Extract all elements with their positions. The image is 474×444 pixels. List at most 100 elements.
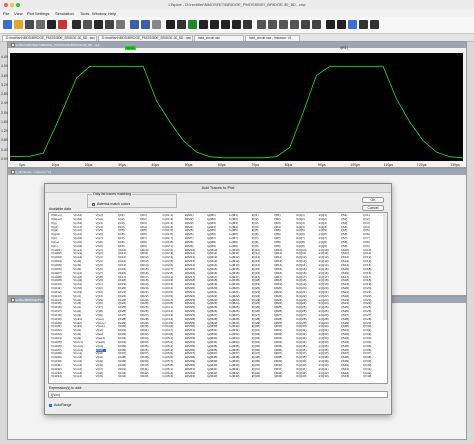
mirror-icon[interactable] bbox=[359, 20, 368, 29]
x-tick-label: 50µs bbox=[184, 163, 193, 167]
x-tick-label: 40µs bbox=[151, 163, 160, 167]
trace-name-label[interactable]: V(n1) bbox=[125, 46, 136, 50]
trace-item[interactable]: Ib(Q43) bbox=[296, 375, 306, 379]
run-icon[interactable] bbox=[47, 20, 56, 29]
zoom-in-icon[interactable] bbox=[72, 20, 81, 29]
menu-plot-settings[interactable]: Plot Settings bbox=[27, 11, 49, 16]
close-icon[interactable] bbox=[11, 43, 15, 47]
data-point bbox=[276, 156, 277, 157]
save-icon[interactable] bbox=[25, 20, 34, 29]
trace-item[interactable]: I(D43) bbox=[140, 375, 148, 379]
label-net-icon[interactable] bbox=[188, 20, 197, 29]
cascade-windows-icon[interactable] bbox=[141, 20, 150, 29]
data-point bbox=[209, 156, 211, 157]
data-point bbox=[342, 66, 344, 67]
list-scrollbar[interactable] bbox=[383, 214, 387, 320]
data-point bbox=[142, 66, 144, 67]
data-point bbox=[56, 123, 57, 125]
open-icon[interactable] bbox=[14, 20, 23, 29]
x-tick-label: 0µs bbox=[19, 163, 25, 167]
ground-icon[interactable] bbox=[177, 20, 186, 29]
pan-icon[interactable] bbox=[83, 20, 92, 29]
menu-tools[interactable]: Tools bbox=[80, 11, 89, 16]
diode-icon[interactable] bbox=[232, 20, 241, 29]
plot-area[interactable] bbox=[9, 53, 464, 161]
trace-item[interactable]: V(n034) bbox=[51, 375, 62, 379]
cursor-readout: I(R1) bbox=[340, 46, 348, 50]
wire-icon[interactable] bbox=[166, 20, 175, 29]
trace-item[interactable]: I(S43) bbox=[341, 375, 349, 379]
expression-input[interactable]: I(Vcc) bbox=[48, 391, 388, 398]
trace-item[interactable]: Ig(M43) bbox=[207, 375, 217, 379]
trace-column: Ix(U1:1) Ix(U1:2) Ix(U1:3) Ix(U1:4) Ix(U1:5)… bbox=[163, 213, 174, 379]
find-icon[interactable] bbox=[348, 20, 357, 29]
halt-icon[interactable] bbox=[58, 20, 67, 29]
rotate-icon[interactable] bbox=[370, 20, 379, 29]
trace-item[interactable]: V(n9) bbox=[96, 375, 106, 379]
schematic-window-title: load_circuit.asc - Instance: V1 bbox=[11, 170, 52, 174]
y-tick-label: 3.2V bbox=[1, 82, 9, 87]
add-traces-dialog: Add Traces to Plot Only list traces matc… bbox=[44, 183, 392, 415]
asterisk-match-checkbox[interactable] bbox=[92, 202, 95, 206]
trace-column: I(V1) I(V2) I(V3) I(V4) I(V5) I(V6) I(V7) I(V8)… bbox=[363, 213, 371, 379]
menu-window[interactable]: Window bbox=[92, 11, 106, 16]
data-point bbox=[356, 66, 357, 67]
cancel-button[interactable]: Cancel bbox=[362, 205, 384, 211]
redo-icon[interactable] bbox=[290, 20, 299, 29]
resistor-icon[interactable] bbox=[199, 20, 208, 29]
drag-icon[interactable] bbox=[268, 20, 277, 29]
x-tick-label: 90µs bbox=[317, 163, 326, 167]
data-point bbox=[236, 157, 237, 159]
undo-icon[interactable] bbox=[279, 20, 288, 29]
menu-simulation[interactable]: Simulation bbox=[55, 11, 74, 16]
delete-icon[interactable] bbox=[326, 20, 335, 29]
y-tick-label: 0.0V bbox=[1, 157, 9, 161]
menu-help[interactable]: Help bbox=[108, 11, 116, 16]
duplicate-icon[interactable] bbox=[337, 20, 346, 29]
menu-file[interactable]: File bbox=[3, 11, 9, 16]
close-icon[interactable] bbox=[11, 298, 15, 302]
x-tick-label: 20µs bbox=[84, 163, 93, 167]
x-tick-label: 80µs bbox=[284, 163, 293, 167]
y-tick-label: 4.0V bbox=[1, 64, 9, 69]
trace-item[interactable]: V(vp1) bbox=[73, 375, 83, 379]
x-tick-label: 60µs bbox=[218, 163, 226, 167]
inductor-icon[interactable] bbox=[221, 20, 230, 29]
autorange-option[interactable]: AutoRange bbox=[49, 403, 72, 407]
ok-button[interactable]: OK bbox=[362, 197, 384, 203]
close-plot-icon[interactable] bbox=[152, 20, 161, 29]
tile-windows-icon[interactable] bbox=[130, 20, 139, 29]
data-point bbox=[29, 155, 31, 157]
trace-item[interactable]: Ic(Q43) bbox=[319, 375, 329, 379]
data-point bbox=[316, 75, 317, 76]
menu-view[interactable]: View bbox=[14, 11, 23, 16]
data-point bbox=[436, 151, 437, 153]
y-tick-label: 2.0V bbox=[1, 110, 9, 115]
asterisk-match-option[interactable]: Asterisk match colors bbox=[92, 202, 130, 206]
trace-item[interactable]: Is(M43) bbox=[229, 375, 239, 379]
component-icon[interactable] bbox=[243, 20, 252, 29]
capacitor-icon[interactable] bbox=[210, 20, 219, 29]
zoom-fit-icon[interactable] bbox=[105, 20, 114, 29]
move-icon[interactable] bbox=[257, 20, 266, 29]
series-line-0[interactable] bbox=[9, 65, 464, 159]
x-tick-label: 30µs bbox=[118, 163, 126, 167]
trace-column: V(bb+1) V(bb+2) V(g) V(g1) V(g2) V(gnd) V(in) V… bbox=[51, 213, 62, 379]
asterisk-match-label: Asterisk match colors bbox=[97, 202, 131, 206]
available-data-list[interactable]: V(bb+1) V(bb+2) V(g) V(g1) V(g2) V(gnd) V(in) V… bbox=[48, 212, 388, 384]
spice-directive-icon[interactable] bbox=[312, 20, 321, 29]
zoom-out-icon[interactable] bbox=[94, 20, 103, 29]
trace-item[interactable]: I(V43) bbox=[363, 375, 371, 379]
new-schematic-icon[interactable] bbox=[3, 20, 12, 29]
close-icon[interactable] bbox=[11, 170, 15, 174]
trace-item[interactable]: I(C43) bbox=[118, 375, 126, 379]
trace-item[interactable]: I(R43) bbox=[274, 375, 282, 379]
trace-column: Ic(Q1) Ic(Q2) Ic(Q3) Ic(Q4) Ic(Q5) Ic(Q6) Ic(Q… bbox=[319, 213, 329, 379]
trace-item[interactable]: I(Q43) bbox=[252, 375, 261, 379]
trace-item[interactable]: Id(M43) bbox=[185, 375, 195, 379]
control-panel-icon[interactable] bbox=[36, 20, 45, 29]
text-icon[interactable] bbox=[301, 20, 310, 29]
autorange-checkbox[interactable] bbox=[49, 403, 52, 407]
trace-item[interactable]: Ix(U6:3) bbox=[163, 375, 174, 379]
autorange-icon[interactable] bbox=[116, 20, 125, 29]
